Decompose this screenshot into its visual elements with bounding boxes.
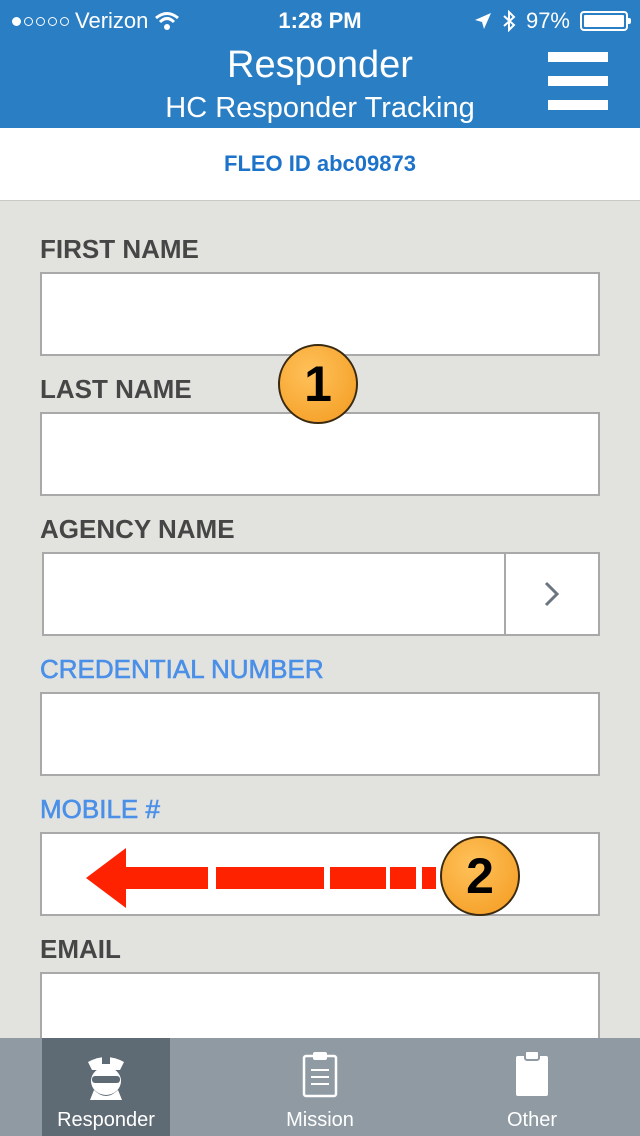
agency-picker-button[interactable]	[506, 552, 600, 636]
first-name-label: FIRST NAME	[40, 234, 199, 264]
police-officer-icon	[88, 1057, 124, 1100]
email-field[interactable]	[40, 972, 600, 1042]
email-label: EMAIL	[40, 934, 121, 964]
tab-mission[interactable]: Mission	[256, 1038, 384, 1136]
hamburger-icon	[548, 52, 608, 62]
agency-name-input[interactable]	[44, 554, 504, 634]
location-arrow-icon	[474, 13, 491, 29]
last-name-input[interactable]	[42, 414, 598, 494]
battery-icon	[580, 11, 631, 31]
annotation-marker-2: 2	[440, 836, 520, 916]
page-title: Responder	[227, 44, 413, 86]
agency-name-field	[42, 552, 600, 636]
tab-responder[interactable]: Responder	[42, 1038, 170, 1136]
fleo-id-banner: FLEO ID abc09873	[0, 128, 640, 201]
annotation-marker-1: 1	[278, 344, 358, 424]
battery-percent: 97%	[525, 8, 570, 33]
credential-number-field[interactable]	[40, 692, 600, 776]
chevron-right-icon	[544, 581, 560, 607]
first-name-input[interactable]	[42, 274, 598, 354]
mobile-label: MOBILE #	[40, 794, 161, 825]
last-name-label: LAST NAME	[40, 374, 192, 404]
clipboard-icon	[516, 1050, 548, 1096]
tab-responder-label: Responder	[57, 1109, 155, 1131]
credential-number-input[interactable]	[42, 694, 598, 774]
menu-button[interactable]	[548, 52, 608, 116]
page-subtitle: HC Responder Tracking	[165, 92, 475, 124]
status-bar: Verizon 1:28 PM 97%	[0, 0, 640, 40]
tab-other[interactable]: Other	[468, 1038, 596, 1136]
tab-bar: Responder Mission Other	[0, 1038, 640, 1136]
status-right: 97%	[474, 8, 631, 34]
clipboard-list-icon	[302, 1052, 338, 1098]
agency-name-label: AGENCY NAME	[40, 514, 235, 544]
fleo-id-text: FLEO ID abc09873	[224, 151, 416, 176]
tab-mission-label: Mission	[286, 1109, 354, 1131]
email-input[interactable]	[42, 974, 598, 1042]
last-name-field[interactable]	[40, 412, 600, 496]
tab-other-label: Other	[506, 1109, 558, 1131]
agency-name-input-wrap[interactable]	[42, 552, 506, 636]
swipe-left-arrow-icon	[86, 848, 436, 908]
credential-number-label: CREDENTIAL NUMBER	[40, 654, 324, 685]
bluetooth-icon	[503, 10, 516, 32]
app-header: Verizon 1:28 PM 97% Responder HC Respond…	[0, 0, 640, 128]
